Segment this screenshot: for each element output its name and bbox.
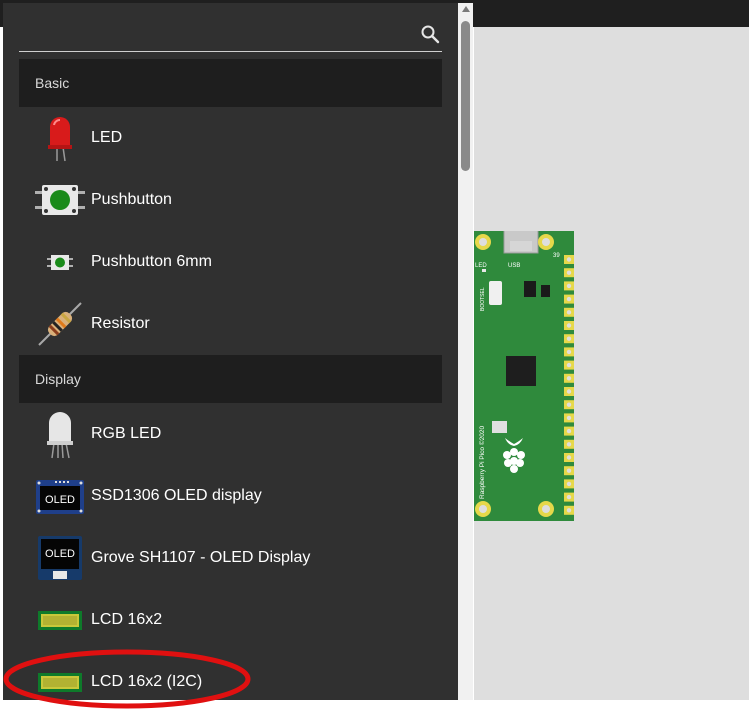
red-led-icon [48, 117, 72, 162]
pin-hole [566, 336, 572, 341]
section-header-basic: Basic [19, 59, 442, 107]
component-item-resistor[interactable]: Resistor [19, 293, 442, 355]
pin-hole [566, 389, 572, 394]
pin-hole [566, 415, 572, 421]
component-item-grove-oled[interactable]: OLED Grove SH1107 - OLED Display [19, 527, 442, 589]
section-header-display: Display [19, 355, 442, 403]
search-input[interactable] [19, 21, 413, 49]
pin-hole [566, 323, 572, 328]
pin-hole [566, 428, 572, 434]
pin-hole [566, 362, 572, 368]
pin-hole [566, 402, 572, 407]
lcd-icon [38, 611, 82, 630]
pin-hole [566, 442, 572, 447]
pin-number-label: 39 [553, 253, 560, 259]
onboard-led [482, 269, 486, 272]
pin-hole [566, 296, 572, 302]
scroll-thumb[interactable] [461, 21, 470, 171]
rp2040-chip [506, 356, 536, 386]
pin-hole [566, 376, 572, 381]
component-item-pushbutton-6mm[interactable]: Pushbutton 6mm [19, 231, 442, 293]
test-pad [492, 421, 507, 433]
component-item-pushbutton[interactable]: Pushbutton [19, 169, 442, 231]
component-item-led[interactable]: LED [19, 107, 442, 169]
component-label: Pushbutton [91, 191, 172, 208]
oled-icon: OLED [36, 480, 84, 514]
component-label: RGB LED [91, 425, 162, 442]
grove-oled-icon-text: OLED [45, 548, 75, 560]
scroll-up-arrow-icon[interactable] [461, 6, 470, 12]
pin-hole [566, 455, 572, 460]
panel-scrollbar[interactable] [458, 3, 473, 700]
component-label: SSD1306 OLED display [91, 487, 262, 504]
component-label: Grove SH1107 - OLED Display [91, 549, 311, 566]
oled-icon-text: OLED [45, 494, 75, 506]
usb-label: USB [508, 263, 520, 269]
search-bar [19, 17, 442, 52]
pin-hole [566, 270, 572, 275]
search-icon[interactable] [420, 24, 440, 44]
component-item-rgb-led[interactable]: RGB LED [19, 403, 442, 465]
pin-hole [566, 257, 572, 262]
pin-hole [566, 494, 572, 500]
component-label: Resistor [91, 315, 150, 332]
pin-hole [566, 508, 572, 513]
component-label: LCD 16x2 [91, 611, 163, 628]
small-chip [541, 285, 550, 297]
bootsel-button [489, 281, 502, 305]
pin-hole [566, 468, 572, 473]
rgb-led-icon [47, 412, 73, 459]
pushbutton-icon [35, 185, 85, 215]
component-label: Pushbutton 6mm [91, 253, 212, 270]
raspberry-pi-pico-board[interactable]: LED USB 39 BOOTSEL Raspberry Pi Pico ©20… [474, 231, 574, 521]
bootsel-label: BOOTSEL [480, 287, 486, 311]
grove-oled-icon: OLED [38, 536, 82, 580]
component-item-ssd1306-oled[interactable]: OLED SSD1306 OLED display [19, 465, 442, 527]
component-label: LED [91, 129, 123, 146]
component-picker-panel: Basic LED Pushbutton Pushbutton 6mm Resi… [3, 3, 458, 700]
board-silkscreen: Raspberry Pi Pico ©2020 [478, 426, 486, 499]
pin-hole [566, 481, 572, 487]
led-label: LED [475, 263, 487, 269]
pushbutton-6mm-icon [47, 255, 73, 270]
highlight-annotation-ellipse [3, 649, 251, 709]
pin-hole [566, 310, 572, 315]
flash-chip [524, 281, 536, 297]
pin-hole [566, 349, 572, 355]
component-item-lcd-16x2[interactable]: LCD 16x2 [19, 589, 442, 651]
pin-hole [566, 283, 572, 289]
resistor-icon [38, 302, 82, 346]
